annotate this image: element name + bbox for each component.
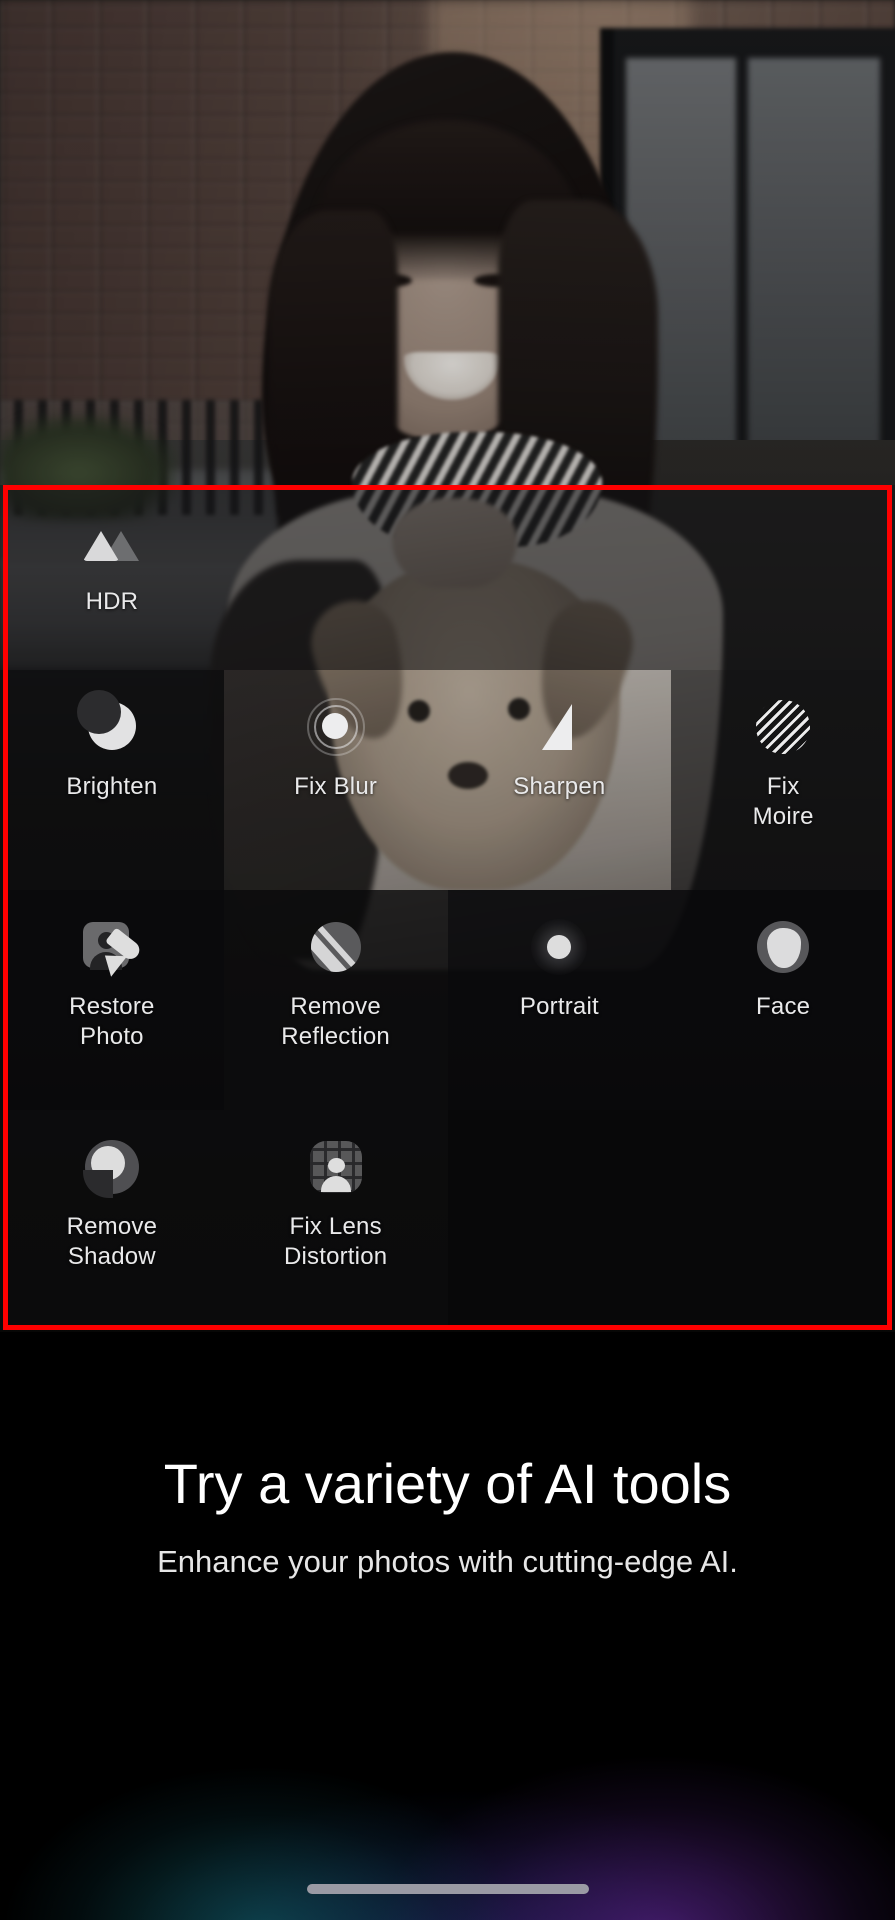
tool-label: Fix Moire — [752, 773, 814, 830]
tool-label: Remove Reflection — [281, 993, 390, 1050]
tool-label: Fix Blur — [294, 773, 378, 800]
tool-label: Restore Photo — [69, 993, 155, 1050]
page-subtitle: Enhance your photos with cutting-edge AI… — [157, 1544, 738, 1579]
tool-empty — [447, 1110, 672, 1330]
face-silhouette-icon — [752, 916, 814, 978]
tool-empty — [671, 485, 895, 670]
hdr-mountains-icon — [81, 511, 143, 573]
tool-label: Portrait — [519, 993, 599, 1020]
tool-row: Restore Photo Remove Reflection Portrait… — [0, 890, 895, 1110]
tool-label: HDR — [85, 588, 139, 615]
tool-fix-blur[interactable]: Fix Blur — [223, 670, 448, 890]
bokeh-dot-icon — [528, 916, 590, 978]
tool-empty — [671, 1110, 895, 1330]
focus-rings-icon — [305, 696, 367, 758]
tool-empty — [447, 485, 672, 670]
tool-remove-shadow[interactable]: Remove Shadow — [0, 1110, 224, 1330]
home-indicator[interactable] — [306, 1884, 589, 1894]
lens-grid-person-icon — [305, 1136, 367, 1198]
ambient-glow — [0, 1590, 895, 1920]
tool-remove-reflection[interactable]: Remove Reflection — [223, 890, 448, 1110]
tool-label: Brighten — [66, 773, 158, 800]
tool-label: Sharpen — [513, 773, 606, 800]
portrait-brush-icon — [81, 916, 143, 978]
tool-sharpen[interactable]: Sharpen — [447, 670, 672, 890]
crescent-moon-icon — [76, 690, 143, 758]
tool-label: Fix Lens Distortion — [283, 1213, 388, 1270]
ai-tool-grid: HDR Brighten Fix Blur Sharpen Fix Moire … — [0, 485, 895, 1330]
caption-block: Try a variety of AI tools Enhance your p… — [0, 1332, 895, 1582]
tool-fix-lens-distortion[interactable]: Fix Lens Distortion — [223, 1110, 448, 1330]
striped-circle-icon — [752, 696, 814, 758]
tool-restore-photo[interactable]: Restore Photo — [0, 890, 224, 1110]
tool-row: Brighten Fix Blur Sharpen Fix Moire — [0, 670, 895, 890]
tool-label: Face — [756, 993, 811, 1020]
glare-circle-icon — [305, 916, 367, 978]
tool-row: Remove Shadow Fix Lens Distortion — [0, 1110, 895, 1330]
tool-row: HDR — [0, 485, 895, 670]
tool-face[interactable]: Face — [671, 890, 895, 1110]
triangle-sharpen-icon — [528, 696, 590, 758]
tool-brighten[interactable]: Brighten — [0, 670, 224, 890]
tool-fix-moire[interactable]: Fix Moire — [671, 670, 895, 890]
tool-hdr[interactable]: HDR — [0, 485, 224, 670]
tool-empty — [223, 485, 448, 670]
phone-screen: HDR Brighten Fix Blur Sharpen Fix Moire … — [0, 0, 895, 1920]
tool-label: Remove Shadow — [66, 1213, 158, 1270]
page-title: Try a variety of AI tools — [163, 1452, 732, 1515]
tool-portrait[interactable]: Portrait — [447, 890, 672, 1110]
shadow-sphere-icon — [81, 1136, 143, 1198]
